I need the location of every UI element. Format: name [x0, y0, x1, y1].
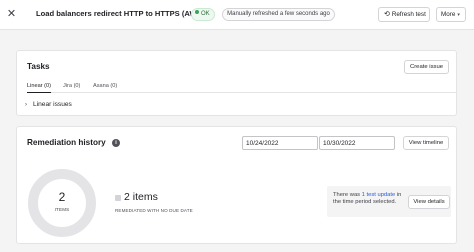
- refresh-icon: ⟲: [384, 11, 390, 18]
- refresh-status: Manually refreshed a few seconds ago: [222, 8, 335, 21]
- legend-subtitle: REMEDIATED WITH NO DUE DATE: [115, 208, 193, 213]
- test-update-notice: There was 1 test update in the time peri…: [327, 186, 451, 217]
- refresh-test-button[interactable]: ⟲ Refresh test: [378, 7, 430, 22]
- start-date-input[interactable]: [242, 136, 318, 150]
- linear-issues-label: Linear issues: [33, 101, 72, 108]
- items-donut-chart: 2 ITEMS: [28, 169, 96, 237]
- more-button[interactable]: More ▾: [436, 7, 466, 22]
- tab-jira[interactable]: Jira (0): [63, 82, 80, 90]
- page-header: ✕ Load balancers redirect HTTP to HTTPS …: [0, 0, 474, 30]
- chevron-right-icon: ›: [25, 102, 27, 108]
- tabs-divider: [27, 92, 457, 93]
- refresh-test-label: Refresh test: [391, 11, 426, 18]
- create-issue-button[interactable]: Create issue: [404, 60, 449, 74]
- test-update-link[interactable]: 1 test update: [362, 192, 396, 198]
- legend-swatch: [115, 195, 121, 201]
- legend-count: 2 items: [124, 191, 158, 203]
- notice-text: There was 1 test update in the time peri…: [333, 192, 403, 207]
- tab-asana[interactable]: Asana (0): [93, 82, 117, 90]
- notice-prefix: There was: [333, 192, 362, 198]
- view-details-button[interactable]: View details: [408, 195, 450, 209]
- status-dot-icon: [195, 10, 199, 14]
- status-badge: OK: [191, 8, 215, 21]
- tasks-title: Tasks: [27, 62, 50, 71]
- more-label: More: [441, 11, 456, 18]
- donut-label: ITEMS: [54, 207, 70, 212]
- close-icon[interactable]: ✕: [6, 9, 17, 20]
- linear-issues-row[interactable]: › Linear issues: [25, 99, 145, 110]
- page-title: Load balancers redirect HTTP to HTTPS (A…: [36, 9, 205, 18]
- remediation-card: Remediation history i View timeline 2 IT…: [16, 126, 457, 244]
- status-label: OK: [201, 11, 210, 17]
- task-tabs: Linear (0) Jira (0) Asana (0): [27, 82, 457, 94]
- chevron-down-icon: ▾: [457, 12, 460, 18]
- end-date-input[interactable]: [319, 136, 395, 150]
- view-timeline-button[interactable]: View timeline: [403, 136, 449, 150]
- tasks-card: Tasks Create issue Linear (0) Jira (0) A…: [16, 50, 457, 116]
- remediation-title: Remediation history: [27, 138, 106, 147]
- info-icon[interactable]: i: [112, 139, 120, 147]
- tab-linear[interactable]: Linear (0): [27, 82, 51, 93]
- donut-count: 2: [58, 190, 66, 204]
